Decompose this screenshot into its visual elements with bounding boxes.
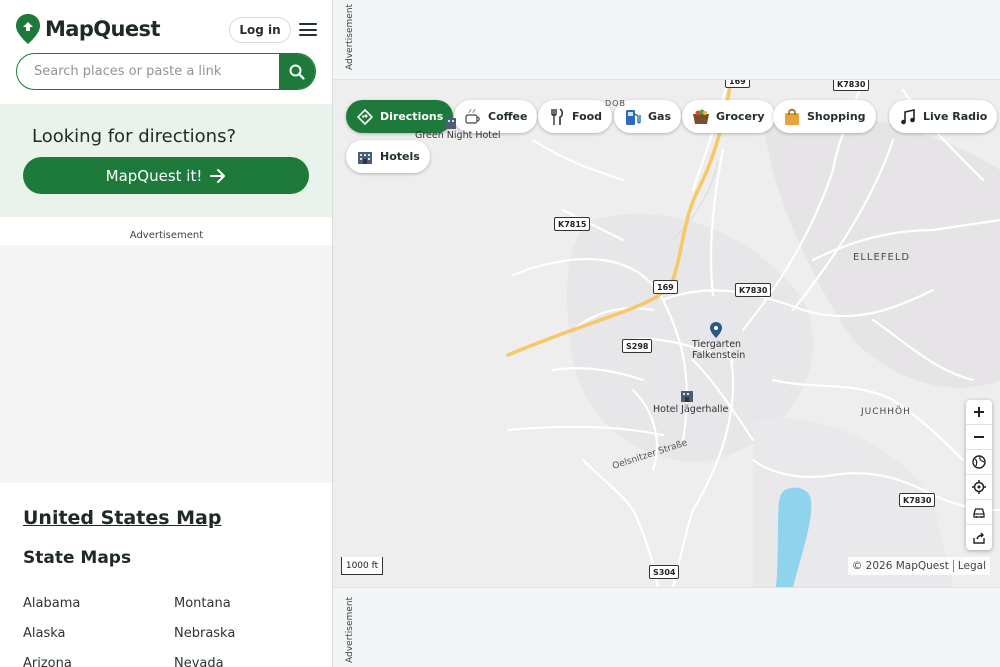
- chip-label: Coffee: [488, 110, 528, 123]
- chip-coffee[interactable]: Coffee: [454, 100, 538, 133]
- traffic-car-icon: [973, 508, 985, 518]
- right-area: Advertisement Directions Coffee Food Gas…: [333, 0, 1000, 667]
- scale-bar: 1000 ft: [341, 557, 383, 575]
- poi-label-hotel-jagerhalle[interactable]: Hotel Jägerhalle: [653, 404, 728, 415]
- arrow-right-icon: [210, 168, 226, 183]
- state-link-nebraska[interactable]: Nebraska: [174, 619, 235, 649]
- chip-grocery[interactable]: Grocery: [682, 100, 775, 133]
- state-link-nevada[interactable]: Nevada: [174, 649, 235, 667]
- legal-link[interactable]: Legal: [958, 560, 986, 572]
- chip-label: Food: [572, 110, 603, 123]
- chip-label: Hotels: [380, 150, 420, 163]
- crosshair-icon: [972, 480, 986, 494]
- poi-label-green-night-hotel[interactable]: Green Night Hotel: [415, 130, 501, 141]
- food-icon: [548, 107, 566, 126]
- login-button[interactable]: Log in: [229, 17, 291, 43]
- chip-food[interactable]: Food: [538, 100, 613, 133]
- globe-icon: [972, 455, 986, 469]
- left-panel: MapQuest Log in Looking for directions? …: [0, 0, 333, 667]
- chip-label: Grocery: [716, 110, 765, 123]
- header: MapQuest Log in: [0, 0, 332, 104]
- road-shield: 169: [653, 280, 678, 294]
- place-label-juchhoh: JUCHHÖH: [861, 407, 911, 417]
- hotel-icon: [356, 148, 374, 166]
- share-button[interactable]: [966, 525, 992, 550]
- advertisement-label-bottom: Advertisement: [345, 596, 355, 663]
- search-bar: [16, 53, 316, 90]
- mapquest-it-button[interactable]: MapQuest it!: [23, 157, 309, 194]
- poi-label-line-2: Falkenstein: [692, 350, 746, 361]
- locate-me-button[interactable]: [966, 475, 992, 500]
- state-link-alabama[interactable]: Alabama: [23, 589, 80, 619]
- state-link-arizona[interactable]: Arizona: [23, 649, 80, 667]
- poi-label-line-1: Tiergarten: [692, 339, 742, 350]
- place-label-ellefeld: ELLEFELD: [853, 252, 911, 263]
- state-link-montana[interactable]: Montana: [174, 589, 235, 619]
- road-shield: K7815: [554, 217, 591, 231]
- map-attribution: © 2026 MapQuest Legal: [847, 557, 990, 575]
- zoom-out-button[interactable]: [966, 425, 992, 450]
- gas-icon: [624, 108, 642, 126]
- map-controls: [966, 400, 992, 550]
- road-shield: S298: [622, 339, 653, 353]
- zoom-in-button[interactable]: [966, 400, 992, 425]
- state-list-column-1: Alabama Alaska Arizona: [23, 589, 80, 667]
- bottom-advertisement: Advertisement: [333, 587, 1000, 667]
- share-icon: [973, 532, 985, 544]
- coffee-icon: [464, 108, 482, 126]
- globe-button[interactable]: [966, 450, 992, 475]
- chip-label: Gas: [648, 110, 671, 123]
- directions-card: Looking for directions? MapQuest it!: [0, 104, 332, 217]
- state-maps-heading: State Maps: [23, 548, 132, 568]
- road-shield: 169: [725, 80, 750, 88]
- plus-icon: [974, 407, 984, 417]
- road-shield: K7830: [833, 80, 870, 91]
- mapquest-logo[interactable]: MapQuest: [16, 14, 160, 44]
- advertisement-slot: [0, 245, 332, 483]
- chip-shopping[interactable]: Shopping: [773, 100, 876, 133]
- search-button[interactable]: [279, 54, 315, 89]
- radio-icon: [899, 108, 917, 126]
- road-shield: S304: [649, 565, 680, 579]
- united-states-map-link[interactable]: United States Map: [23, 507, 221, 529]
- state-link-alaska[interactable]: Alaska: [23, 619, 80, 649]
- divider: [952, 560, 954, 572]
- grocery-icon: [692, 108, 710, 126]
- road-shield: K7830: [735, 283, 772, 297]
- search-icon: [289, 64, 305, 80]
- directions-prompt: Looking for directions?: [32, 126, 237, 147]
- chip-label: Live Radio: [923, 110, 988, 123]
- search-input[interactable]: [17, 54, 279, 89]
- advertisement-label-top: Advertisement: [345, 3, 355, 70]
- state-list-column-2: Montana Nebraska Nevada: [174, 589, 235, 667]
- chip-label: Directions: [380, 110, 444, 123]
- directions-icon: [356, 108, 374, 126]
- shopping-icon: [783, 108, 801, 126]
- traffic-layer-button[interactable]: [966, 500, 992, 525]
- map-canvas: [333, 80, 1000, 587]
- chip-label: Shopping: [807, 110, 866, 123]
- copyright-text: © 2026 MapQuest: [851, 560, 949, 572]
- road-shield: K7830: [899, 493, 936, 507]
- map-view[interactable]: Directions Coffee Food Gas Grocery Shopp…: [333, 80, 1000, 587]
- mapquest-it-label: MapQuest it!: [105, 166, 203, 185]
- minus-icon: [974, 436, 984, 438]
- poi-label-tiergarten[interactable]: Tiergarten Falkenstein: [692, 339, 746, 361]
- chip-hotels[interactable]: Hotels: [346, 140, 430, 173]
- logo-text: MapQuest: [45, 17, 160, 41]
- logo-pin-icon: [16, 14, 40, 44]
- chip-live-radio[interactable]: Live Radio: [889, 100, 998, 133]
- place-label-dob: DOB: [605, 99, 626, 108]
- hamburger-menu-icon[interactable]: [299, 21, 317, 38]
- top-advertisement: Advertisement: [333, 0, 1000, 80]
- chip-directions[interactable]: Directions: [346, 100, 454, 133]
- advertisement-label: Advertisement: [129, 230, 204, 241]
